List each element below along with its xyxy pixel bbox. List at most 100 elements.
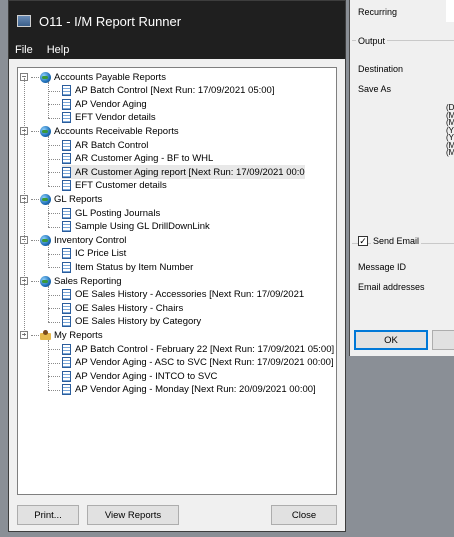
tree-connector — [48, 321, 60, 323]
report-item[interactable]: IC Price List — [48, 247, 127, 261]
report-item-label: OE Sales History - Chairs — [75, 302, 184, 314]
tree-connector — [48, 213, 60, 214]
report-item[interactable]: AP Batch Control [Next Run: 17/09/2021 0… — [48, 84, 275, 98]
email-addresses-label: Email addresses — [358, 282, 425, 292]
tree-connector — [48, 286, 49, 323]
tree-connector — [48, 308, 60, 310]
view-reports-button[interactable]: View Reports — [87, 505, 179, 525]
tree-group[interactable]: − Sales Reporting — [20, 274, 122, 288]
tree-connector — [48, 204, 49, 228]
report-item-label: AP Batch Control - February 22 [Next Run… — [75, 343, 335, 355]
report-item[interactable]: Item Status by Item Number — [48, 260, 194, 274]
report-settings-dialog: Recurring Output Destination Save As (D … — [349, 0, 454, 356]
tree-group-label: Inventory Control — [54, 234, 127, 246]
tree-group[interactable]: − Accounts Receivable Reports — [20, 124, 179, 138]
report-item-label: OE Sales History by Category — [75, 316, 202, 328]
tree-connector — [48, 185, 60, 187]
report-runner-window: O11 - I/M Report Runner File Help − Accou… — [8, 0, 346, 532]
report-item[interactable]: AP Batch Control - February 22 [Next Run… — [48, 342, 335, 356]
report-item[interactable]: AR Customer Aging - BF to WHL — [48, 152, 214, 166]
send-email-checkbox[interactable]: ✓ — [358, 236, 368, 246]
report-icon — [62, 343, 71, 355]
cancel-button-partial[interactable] — [432, 330, 454, 350]
report-icon — [62, 302, 71, 314]
tree-group-label: Sales Reporting — [54, 275, 122, 287]
menu-help[interactable]: Help — [47, 44, 70, 56]
tree-connector — [31, 76, 39, 78]
tree-group[interactable]: − Inventory Control — [20, 233, 126, 247]
report-item[interactable]: Sample Using GL DrillDownLink — [48, 220, 210, 234]
report-item[interactable]: EFT Vendor details — [48, 111, 156, 125]
tree-connector — [48, 82, 49, 119]
report-item-label: IC Price List — [75, 248, 127, 260]
tree-connector — [31, 280, 39, 282]
report-item-label: AP Vendor Aging - Monday [Next Run: 20/0… — [75, 384, 316, 396]
report-icon — [62, 85, 71, 97]
report-item-label: AP Vendor Aging - INTCO to SVC — [75, 370, 218, 382]
tree-connector — [48, 158, 60, 160]
report-item-label: AR Batch Control — [75, 139, 149, 151]
globe-icon — [40, 71, 51, 83]
report-item-label: GL Posting Journals — [75, 207, 161, 219]
tree-connector — [48, 117, 60, 119]
tree-connector — [48, 104, 60, 106]
ok-button[interactable]: OK — [354, 330, 428, 350]
globe-icon — [40, 193, 51, 205]
report-icon — [62, 112, 71, 124]
report-icon — [62, 289, 71, 301]
report-item[interactable]: AP Vendor Aging — [48, 97, 147, 111]
tree-connector — [48, 90, 60, 92]
report-item[interactable]: AP Vendor Aging - ASC to SVC [Next Run: … — [48, 356, 334, 370]
tree-group[interactable]: − My Reports — [20, 328, 103, 342]
globe-icon — [40, 275, 51, 287]
report-icon — [62, 180, 71, 192]
report-item-label: Item Status by Item Number — [75, 261, 194, 273]
report-icon — [62, 261, 71, 273]
tree-connector — [48, 245, 49, 268]
tree-connector — [31, 334, 39, 336]
tree-connector — [31, 198, 39, 200]
tree-group[interactable]: − GL Reports — [20, 192, 102, 206]
tree-group[interactable]: − Accounts Payable Reports — [20, 70, 166, 84]
tree-connector — [48, 145, 60, 146]
report-item[interactable]: AP Vendor Aging - Monday [Next Run: 20/0… — [48, 383, 316, 397]
output-group-label: Output — [356, 36, 388, 46]
tree-connector — [48, 172, 60, 174]
menu-file[interactable]: File — [15, 44, 33, 56]
report-item[interactable]: OE Sales History - Chairs — [48, 301, 184, 315]
tree-connector — [48, 362, 60, 364]
save-as-label: Save As — [358, 84, 392, 94]
report-item[interactable]: EFT Customer details — [48, 179, 167, 193]
window-title: O11 - I/M Report Runner — [39, 13, 182, 29]
report-icon — [62, 370, 71, 382]
report-icon — [62, 384, 71, 396]
report-item-label: Sample Using GL DrillDownLink — [75, 221, 210, 233]
tree-connector — [48, 267, 60, 269]
report-item[interactable]: AR Customer Aging report [Next Run: 17/0… — [48, 165, 305, 180]
report-item-label: AP Batch Control [Next Run: 17/09/2021 0… — [75, 85, 275, 97]
tree-group-label: Accounts Payable Reports — [54, 71, 166, 83]
report-item-label: AP Vendor Aging — [75, 98, 147, 110]
close-button[interactable]: Close — [271, 505, 337, 525]
report-item-label: AR Customer Aging report [Next Run: 17/0… — [75, 166, 305, 178]
report-icon — [62, 248, 71, 260]
report-item-label: EFT Customer details — [75, 180, 167, 192]
tree-connector — [48, 226, 60, 228]
tree-connector — [31, 239, 39, 241]
report-icon — [62, 98, 71, 110]
report-tree[interactable]: − Accounts Payable Reports AP Batch Contro… — [17, 67, 337, 495]
report-item[interactable]: GL Posting Journals — [48, 206, 161, 220]
report-item-label: AR Customer Aging - BF to WHL — [75, 153, 214, 165]
report-item[interactable]: OE Sales History - Accessories [Next Run… — [48, 288, 304, 302]
recurring-value-box[interactable] — [446, 0, 454, 22]
report-item-label: EFT Vendor details — [75, 112, 156, 124]
report-item[interactable]: AR Batch Control — [48, 138, 149, 152]
app-icon — [17, 15, 31, 27]
message-id-label: Message ID — [358, 262, 407, 272]
tree-connector — [48, 349, 60, 350]
report-item-label: AP Vendor Aging - ASC to SVC [Next Run: … — [75, 357, 334, 369]
report-item[interactable]: OE Sales History by Category — [48, 315, 202, 329]
print-button[interactable]: Print... — [17, 505, 79, 525]
report-item[interactable]: AP Vendor Aging - INTCO to SVC — [48, 369, 218, 383]
report-icon — [62, 166, 71, 178]
